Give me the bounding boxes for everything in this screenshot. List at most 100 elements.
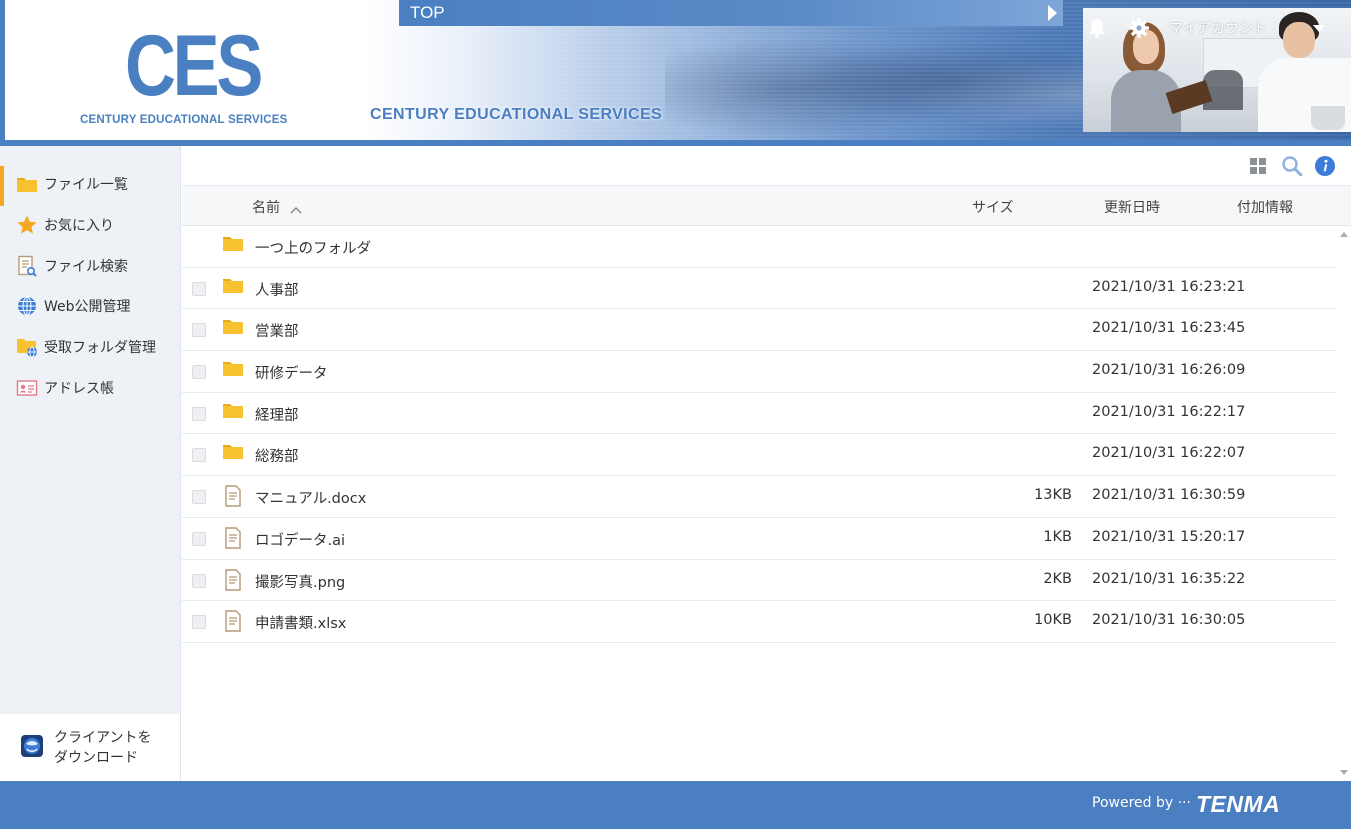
file-name[interactable]: ロゴデータ.ai [255, 529, 345, 550]
table-row[interactable]: ロゴデータ.ai 1KB 2021/10/31 15:20:17 [182, 517, 1336, 560]
banner-title: CENTURY EDUCATIONAL SERVICES [370, 106, 663, 123]
modified-date: 2021/10/31 16:30:05 [1092, 612, 1246, 629]
modified-date: 2021/10/31 16:26:09 [1092, 362, 1246, 379]
gear-icon[interactable] [1127, 16, 1151, 40]
header-actions: マイアカウント [1085, 14, 1325, 42]
sidebar-item-label: ファイル一覧 [44, 177, 128, 194]
file-search-icon [16, 255, 38, 277]
download-label: クライアントを ダウンロード [54, 729, 152, 766]
search-icon[interactable] [1281, 155, 1303, 177]
modified-date: 2021/10/31 16:22:17 [1092, 403, 1246, 420]
file-icon [224, 610, 246, 632]
sidebar-item-file-search[interactable]: ファイル検索 [0, 245, 180, 286]
sidebar-item-label: 受取フォルダ管理 [44, 340, 156, 357]
sidebar-item-file-list[interactable]: ファイル一覧 [0, 164, 180, 205]
file-name[interactable]: マニュアル.docx [255, 487, 366, 508]
row-checkbox[interactable] [192, 615, 206, 630]
modified-date: 2021/10/31 16:23:21 [1092, 278, 1246, 295]
parent-folder-row[interactable]: 一つ上のフォルダ [182, 226, 1336, 268]
folder-icon [222, 402, 244, 424]
table-row[interactable]: 申請書類.xlsx 10KB 2021/10/31 16:30:05 [182, 601, 1336, 643]
footer: Powered by ··· TENMA [0, 781, 1351, 829]
my-account-menu[interactable]: マイアカウント [1169, 18, 1267, 38]
download-client-button[interactable]: クライアントを ダウンロード [0, 714, 181, 781]
file-name[interactable]: 撮影写真.png [255, 571, 345, 592]
tenma-logo: TENMA [1196, 791, 1281, 817]
table-row[interactable]: 撮影写真.png 2KB 2021/10/31 16:35:22 [182, 559, 1336, 602]
folder-icon [16, 173, 38, 195]
sidebar-item-address-book[interactable]: アドレス帳 [0, 367, 180, 408]
ces-logo[interactable]: CES CENTURY EDUCATIONAL SERVICES [70, 20, 300, 130]
file-table-body: 一つ上のフォルダ 人事部 2021/10/31 16:23:21 営業部 2021/1… [182, 226, 1336, 643]
breadcrumb-arrow-icon [1048, 5, 1057, 21]
sidebar-item-label: アドレス帳 [44, 380, 114, 397]
file-table-header: 名前 サイズ 更新日時 付加情報 [182, 186, 1351, 226]
table-row[interactable]: 人事部 2021/10/31 16:23:21 [182, 267, 1336, 310]
file-size: 2KB [1043, 570, 1072, 587]
logo-subtitle: CENTURY EDUCATIONAL SERVICES [80, 114, 288, 126]
column-modified-header[interactable]: 更新日時 [1104, 197, 1160, 217]
parent-folder-link[interactable]: 一つ上のフォルダ [255, 237, 371, 258]
modified-date: 2021/10/31 16:23:45 [1092, 320, 1246, 337]
receive-folder-icon [16, 336, 38, 358]
folder-icon [222, 443, 244, 465]
grid-view-icon[interactable] [1247, 155, 1269, 177]
sidebar-item-label: お気に入り [44, 218, 114, 235]
scroll-down-icon[interactable] [1340, 770, 1348, 775]
file-icon [224, 527, 246, 549]
sidebar: ファイル一覧 お気に入り ファイル検索 Web公開管理 受取フォルダ管理 アドレ… [0, 146, 181, 781]
toolbar [182, 146, 1351, 186]
scroll-up-icon[interactable] [1340, 232, 1348, 237]
table-row[interactable]: マニュアル.docx 13KB 2021/10/31 16:30:59 [182, 476, 1336, 518]
table-row[interactable]: 経理部 2021/10/31 16:22:17 [182, 392, 1336, 435]
row-checkbox[interactable] [192, 531, 206, 546]
folder-name[interactable]: 経理部 [255, 404, 299, 425]
folder-icon [222, 235, 244, 257]
sidebar-item-receive-folder[interactable]: 受取フォルダ管理 [0, 327, 180, 368]
star-icon [16, 214, 38, 236]
row-checkbox[interactable] [192, 281, 206, 296]
file-size: 13KB [1034, 487, 1072, 504]
folder-name[interactable]: 総務部 [255, 445, 299, 466]
header-left-bar [0, 0, 5, 146]
account-caret-icon[interactable] [1313, 24, 1325, 32]
client-download-icon [20, 734, 44, 762]
sort-ascending-icon[interactable] [290, 199, 302, 218]
table-row[interactable]: 営業部 2021/10/31 16:23:45 [182, 309, 1336, 352]
scrollbar[interactable] [1337, 226, 1351, 781]
row-checkbox[interactable] [192, 406, 206, 421]
modified-date: 2021/10/31 16:35:22 [1092, 570, 1246, 587]
table-row[interactable]: 研修データ 2021/10/31 16:26:09 [182, 351, 1336, 393]
folder-name[interactable]: 研修データ [255, 362, 328, 383]
column-size-header[interactable]: サイズ [972, 197, 1014, 217]
folder-icon [222, 318, 244, 340]
row-checkbox[interactable] [192, 573, 206, 588]
sidebar-item-label: Web公開管理 [44, 299, 131, 316]
file-name[interactable]: 申請書類.xlsx [255, 612, 346, 633]
row-checkbox[interactable] [192, 448, 206, 463]
info-icon[interactable] [1314, 155, 1336, 177]
file-size: 10KB [1034, 612, 1072, 629]
row-checkbox[interactable] [192, 365, 206, 380]
folder-icon [222, 277, 244, 299]
column-name-header[interactable]: 名前 [252, 197, 280, 217]
breadcrumb-top[interactable]: TOP [399, 3, 1048, 23]
column-info-header[interactable]: 付加情報 [1237, 197, 1293, 217]
folder-name[interactable]: 営業部 [255, 320, 299, 341]
sidebar-item-label: ファイル検索 [44, 258, 128, 275]
modified-date: 2021/10/31 15:20:17 [1092, 528, 1246, 545]
folder-icon [222, 360, 244, 382]
address-book-icon [16, 377, 38, 399]
file-size: 1KB [1043, 528, 1072, 545]
row-checkbox[interactable] [192, 323, 206, 338]
file-icon [224, 485, 246, 507]
sidebar-item-favorites[interactable]: お気に入り [0, 205, 180, 246]
table-row[interactable]: 総務部 2021/10/31 16:22:07 [182, 434, 1336, 477]
sidebar-item-web-publish[interactable]: Web公開管理 [0, 286, 180, 327]
breadcrumb-bar[interactable]: TOP [399, 0, 1063, 26]
bell-icon[interactable] [1085, 16, 1109, 40]
file-icon [224, 568, 246, 591]
row-checkbox[interactable] [192, 490, 206, 505]
powered-by-text: Powered by ··· [1092, 795, 1191, 811]
folder-name[interactable]: 人事部 [255, 279, 299, 300]
